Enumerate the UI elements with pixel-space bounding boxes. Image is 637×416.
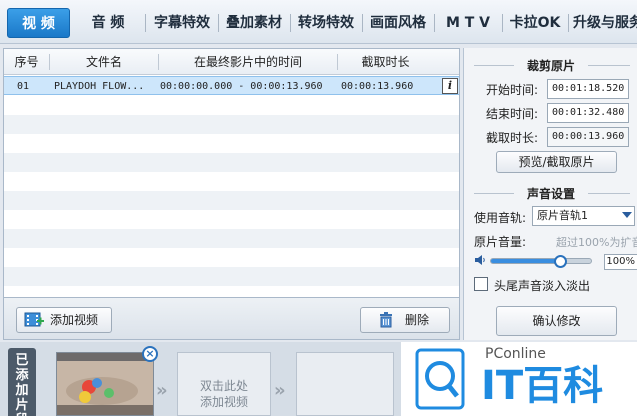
tab-divider [502,14,503,32]
tab-transition-effects[interactable]: 转场特效 [293,8,359,38]
end-time-label: 结束时间: [486,107,539,121]
volume-slider-fill [491,259,561,263]
empty-row [4,115,459,134]
row-index: 01 [17,81,30,92]
placeholder-line-2: 添加视频 [199,395,248,409]
added-clips-tab-label: 已添加片段 [15,353,29,416]
watermark-logo-icon [415,348,465,410]
chevron-down-icon [622,212,632,218]
row-duration: 00:00:13.960 [341,81,414,92]
tab-upgrade-service[interactable]: 升级与服务 [573,8,637,38]
tab-karaoke[interactable]: 卡拉OK [505,8,565,38]
empty-row [4,172,459,191]
add-video-placeholder[interactable]: 双击此处 添加视频 [177,352,271,416]
empty-row [4,153,459,172]
clip-list-header: 序号 文件名 在最终影片中的时间 截取时长 [4,49,459,75]
delete-label: 删除 [405,313,430,327]
end-time-field[interactable]: 00:01:32.480 [547,103,629,123]
tab-mtv[interactable]: M T V [437,8,499,38]
row-filename: PLAYDOH FLOW... [54,81,145,92]
arrow-right-icon: » [156,380,168,401]
empty-row [4,248,459,267]
tab-divider [145,14,146,32]
tab-subtitle-effects[interactable]: 字幕特效 [149,8,215,38]
volume-slider-handle[interactable] [554,255,568,268]
volume-hint: 超过100%为扩音 [556,236,637,249]
add-video-button[interactable]: 添加视频 [16,307,112,333]
watermark-brand-big: IT百科 [481,363,604,409]
column-header-duration[interactable]: 截取时长 [338,49,433,75]
tab-divider [362,14,363,32]
fade-checkbox[interactable] [474,277,488,291]
row-time-range: 00:00:00.000 - 00:00:13.960 [160,81,323,92]
empty-row [4,134,459,153]
audio-track-select[interactable]: 原片音轨1 [532,206,635,226]
empty-row [4,229,459,248]
column-header-filename[interactable]: 文件名 [50,49,158,75]
fade-label: 头尾声音淡入淡出 [494,279,591,293]
clip-settings-panel: 裁剪原片 开始时间: 00:01:18.520 结束时间: 00:01:32.4… [463,48,637,340]
speaker-icon [474,254,486,269]
tab-divider [290,14,291,32]
section-divider [588,193,630,194]
table-row[interactable]: 01 PLAYDOH FLOW... 00:00:00.000 - 00:00:… [4,76,459,95]
add-video-label: 添加视频 [50,313,99,327]
trash-icon [379,312,393,336]
audio-track-label: 使用音轨: [474,211,527,225]
volume-label: 原片音量: [474,235,527,249]
volume-slider[interactable] [490,258,592,264]
column-header-time-range[interactable]: 在最终影片中的时间 [159,49,337,75]
clip-thumbnail[interactable] [56,352,154,416]
tab-divider [568,14,569,32]
tab-divider [218,14,219,32]
preview-trim-label: 预览/截取原片 [518,155,595,169]
added-clips-tab[interactable]: 已添加片段 [8,348,36,416]
placeholder-line-1: 双击此处 [199,379,248,393]
arrow-right-icon: » [274,380,286,401]
top-tab-bar: 视 频 音 频 字幕特效 叠加素材 转场特效 画面风格 M T V 卡拉OK 升… [0,0,637,44]
confirm-label: 确认修改 [532,314,581,328]
confirm-button[interactable]: 确认修改 [496,306,617,336]
start-time-label: 开始时间: [486,83,539,97]
trim-duration-value: 00:00:13.960 [547,127,629,147]
delete-button[interactable]: 删除 [360,307,450,333]
tab-overlay-material[interactable]: 叠加素材 [221,8,287,38]
tab-divider [434,14,435,32]
tab-video[interactable]: 视 频 [7,8,70,38]
add-video-icon [24,312,44,336]
volume-percent: 100% [604,254,637,270]
empty-clip-slot [296,352,394,416]
empty-row [4,210,459,229]
tab-picture-style[interactable]: 画面风格 [365,8,431,38]
tab-audio[interactable]: 音 频 [80,8,136,38]
empty-row [4,267,459,286]
close-icon[interactable]: × [142,346,158,362]
section-divider [588,65,630,66]
trim-duration-label: 截取时长: [486,131,539,145]
empty-row [4,96,459,115]
watermark: PConline IT百科 [401,342,637,416]
clip-actions-bar: 添加视频 删除 [3,298,460,340]
clip-thumbnail-image [57,353,153,415]
preview-trim-button[interactable]: 预览/截取原片 [496,151,617,173]
audio-track-value: 原片音轨1 [537,209,588,222]
watermark-brand-small: PConline [485,346,546,362]
empty-row [4,286,459,297]
info-icon[interactable]: i [442,78,458,94]
start-time-field[interactable]: 00:01:18.520 [547,79,629,99]
empty-row [4,191,459,210]
clip-list: 序号 文件名 在最终影片中的时间 截取时长 01 PLAYDOH FLOW...… [3,48,460,298]
column-header-index[interactable]: 序号 [4,49,49,75]
